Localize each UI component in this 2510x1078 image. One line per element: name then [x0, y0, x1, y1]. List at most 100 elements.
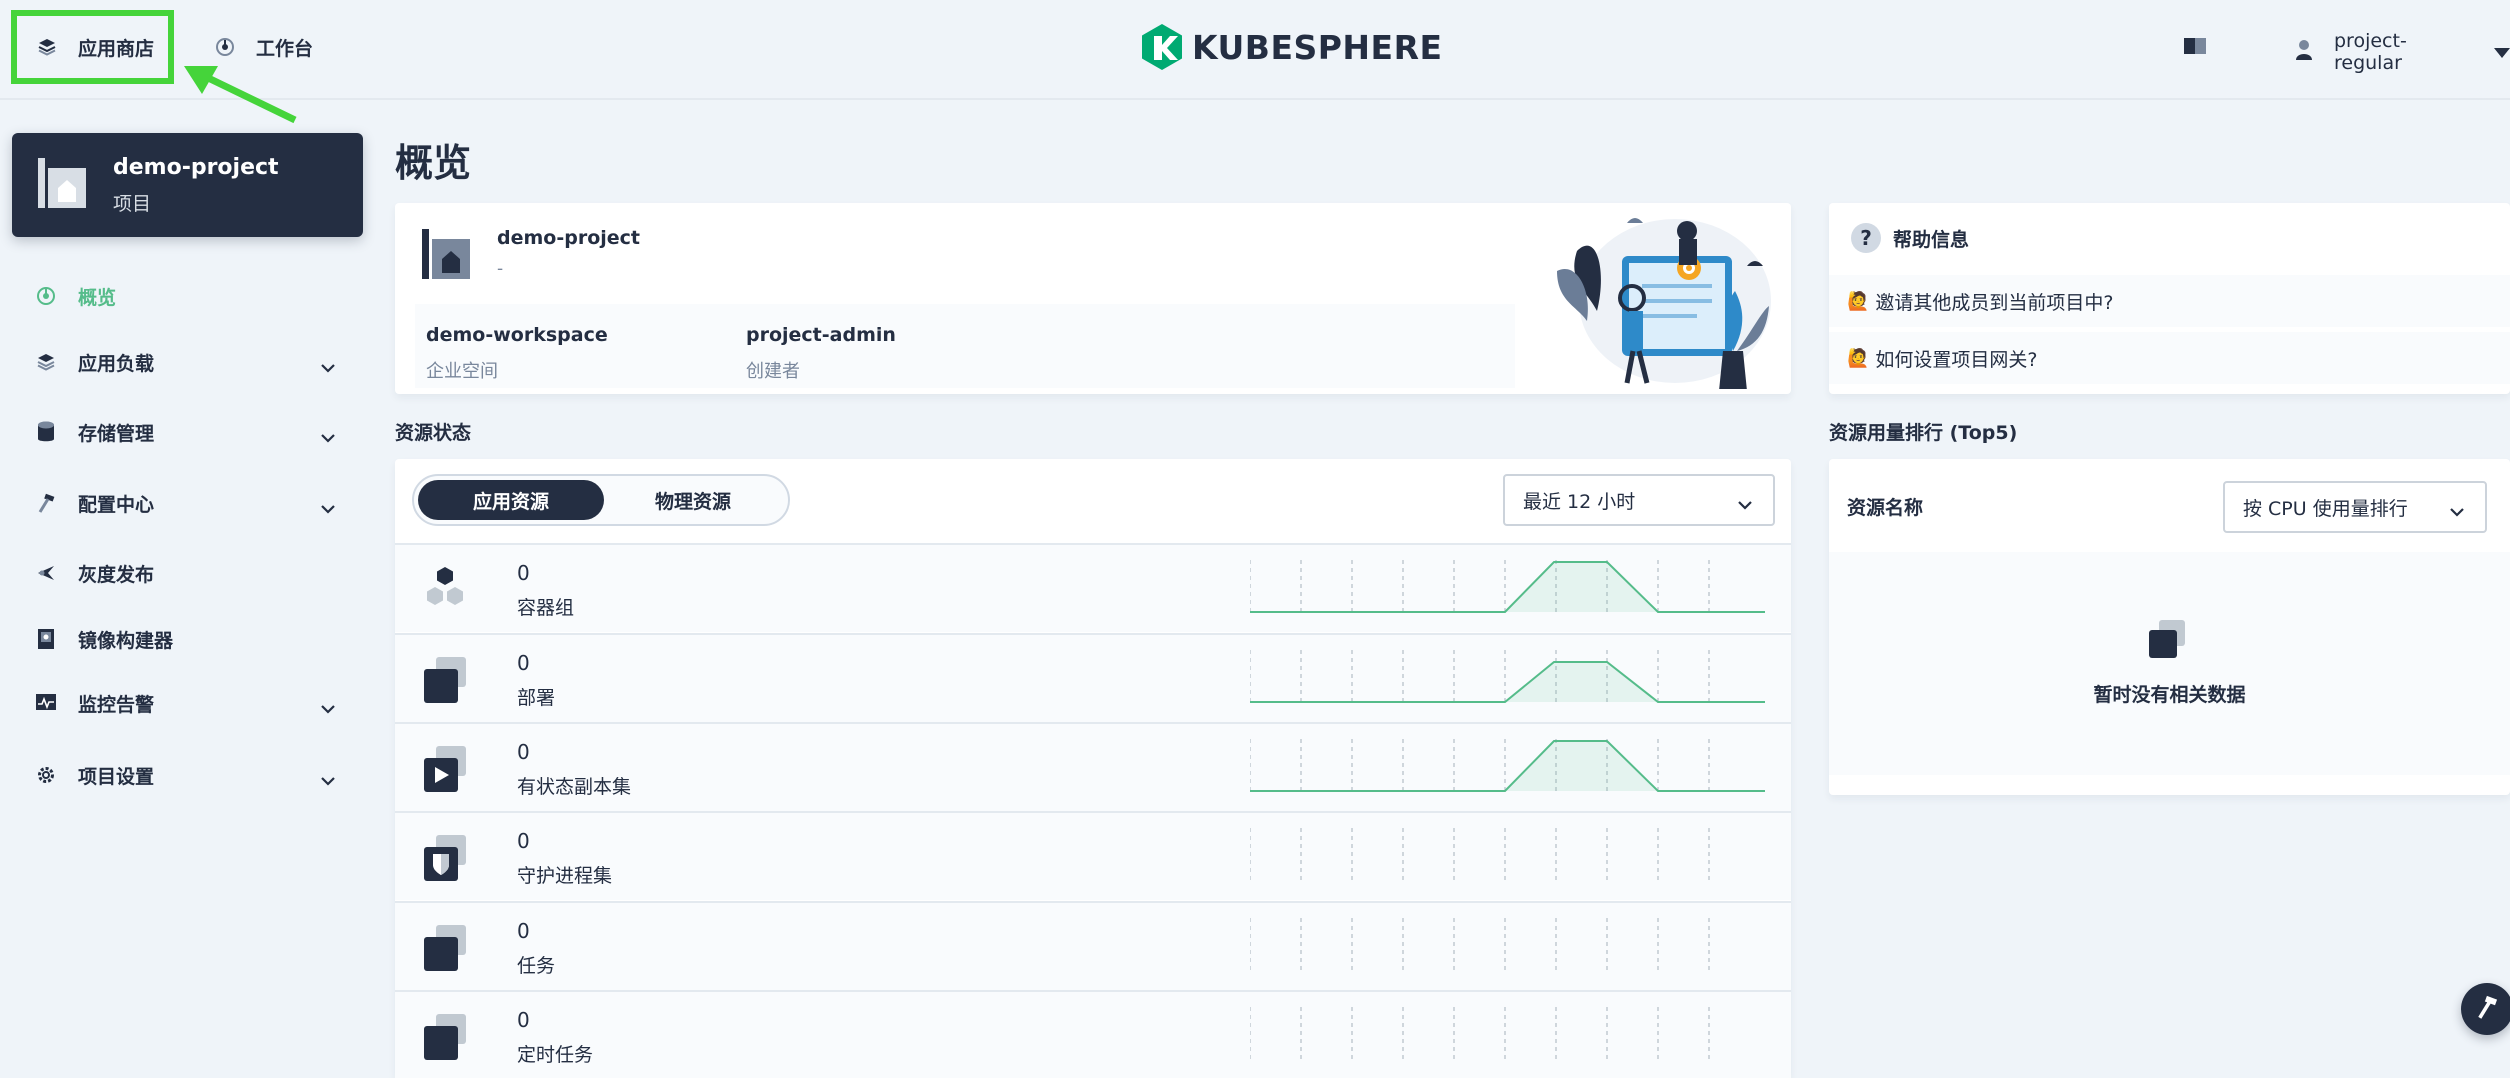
toolbox-button[interactable]: [2461, 983, 2510, 1035]
empty-text: 暂时没有相关数据: [2093, 684, 2246, 706]
project-meta: demo-workspace 企业空间 project-admin 创建者: [415, 304, 1515, 388]
usage-ranking-card: 资源名称 按 CPU 使用量排行 暂时没有相关数据: [1829, 459, 2510, 795]
sort-select[interactable]: 按 CPU 使用量排行: [2223, 481, 2487, 533]
tab-app-resources[interactable]: 应用资源: [418, 480, 604, 520]
sort-select-value: 按 CPU 使用量排行: [2243, 497, 2408, 520]
cronjobs-sparkline: [1250, 1007, 1710, 1059]
sidebar-item-image-builder[interactable]: 镜像构建器: [0, 617, 360, 661]
logo-text: KUBESPHERE: [1192, 27, 1443, 67]
help-title-text: 帮助信息: [1893, 228, 1970, 251]
pods-icon: [422, 565, 468, 615]
resource-name: 任务: [517, 955, 556, 977]
highlight-box: [11, 10, 174, 84]
resource-status-title: 资源状态: [395, 422, 472, 444]
resource-type-tabs: 应用资源 物理资源: [412, 474, 790, 526]
resource-count: 0: [517, 561, 530, 585]
resource-row-pods[interactable]: 0 容器组: [395, 543, 1791, 632]
sidebar-item-label: 存储管理: [78, 422, 155, 445]
help-link-gateway[interactable]: 🙋 如何设置项目网关?: [1829, 332, 2510, 384]
resource-row-daemonsets[interactable]: 0 守护进程集: [395, 811, 1791, 900]
user-menu[interactable]: project-regular: [2296, 30, 2510, 74]
sidebar-item-storage[interactable]: 存储管理: [0, 410, 360, 454]
chevron-down-icon: [320, 697, 336, 719]
sidebar-item-label: 项目设置: [78, 765, 155, 788]
resource-count: 0: [517, 829, 530, 853]
gear-icon: [34, 763, 58, 787]
hammer-icon: [34, 491, 58, 515]
resource-count: 0: [517, 740, 530, 764]
usage-ranking-title: 资源用量排行 (Top5): [1829, 422, 2018, 444]
resource-row-cronjobs[interactable]: 0 定时任务: [395, 990, 1791, 1078]
project-selector[interactable]: demo-project 项目: [12, 133, 363, 237]
sidebar-item-config[interactable]: 配置中心: [0, 481, 360, 525]
sidebar-item-label: 灰度发布: [78, 563, 155, 586]
project-icon: [422, 229, 472, 283]
sidebar-item-grayscale[interactable]: 灰度发布: [0, 551, 360, 595]
project-illustration: [1557, 218, 1771, 389]
docs-icon[interactable]: [2184, 38, 2206, 58]
grayscale-icon: [34, 561, 58, 585]
resource-count: 0: [517, 919, 530, 943]
project-name: demo-project: [113, 155, 279, 180]
statefulset-icon: [422, 744, 468, 798]
kubesphere-logo-icon: [1142, 24, 1182, 70]
project-info-card: demo-project - demo-workspace 企业空间 proje…: [395, 203, 1791, 394]
dashboard-icon: [214, 36, 236, 58]
resource-row-deployments[interactable]: 0 部署: [395, 633, 1791, 722]
help-link-text: 邀请其他成员到当前项目中?: [1875, 291, 2114, 314]
chevron-down-icon: [320, 426, 336, 448]
project-icon: [38, 158, 88, 212]
daemonset-icon: [422, 833, 468, 887]
username: project-regular: [2334, 30, 2407, 74]
person-icon: 🙋: [1847, 290, 1870, 312]
sidebar-item-overview[interactable]: 概览: [0, 274, 360, 318]
user-icon: [2296, 39, 2312, 65]
person-icon: 🙋: [1847, 347, 1870, 369]
chevron-down-icon: [320, 769, 336, 791]
sidebar-item-label: 概览: [78, 286, 117, 309]
jobs-sparkline: [1250, 918, 1710, 970]
help-link-text: 如何设置项目网关?: [1875, 348, 2038, 371]
resource-row-jobs[interactable]: 0 任务: [395, 901, 1791, 990]
daemonsets-sparkline: [1250, 828, 1710, 880]
resource-name: 守护进程集: [517, 865, 613, 887]
resource-name: 有状态副本集: [517, 776, 632, 798]
project-name: demo-project: [497, 227, 640, 249]
image-builder-icon: [34, 627, 58, 651]
time-range-select[interactable]: 最近 12 小时: [1503, 474, 1775, 526]
resource-name-column: 资源名称: [1847, 497, 1924, 519]
sidebar-item-label: 镜像构建器: [78, 629, 174, 652]
top-header: 应用商店 工作台 KUBESPHERE project-regular: [0, 0, 2510, 124]
empty-box-icon: [2147, 620, 2187, 664]
workspace-name: demo-workspace: [426, 324, 608, 346]
kubesphere-logo[interactable]: KUBESPHERE: [1142, 24, 1443, 70]
sidebar-item-workloads[interactable]: 应用负载: [0, 340, 360, 384]
workspace-label: 企业空间: [426, 361, 498, 382]
workbench-button[interactable]: 工作台: [192, 12, 313, 82]
help-link-invite[interactable]: 🙋 邀请其他成员到当前项目中?: [1829, 275, 2510, 327]
tab-physical-resources[interactable]: 物理资源: [600, 480, 786, 520]
chevron-down-icon: [320, 356, 336, 378]
empty-state: 暂时没有相关数据: [1829, 552, 2510, 775]
chevron-down-icon: [1737, 493, 1753, 515]
sidebar-item-label: 配置中心: [78, 493, 155, 516]
sidebar-item-monitoring[interactable]: 监控告警: [0, 681, 360, 725]
creator-name: project-admin: [746, 324, 896, 346]
creator-label: 创建者: [746, 361, 800, 382]
sidebar-item-label: 应用负载: [78, 352, 155, 375]
cronjob-icon: [422, 1012, 468, 1066]
workbench-label: 工作台: [256, 37, 314, 60]
page-title: 概览: [395, 141, 472, 185]
help-card: ? 帮助信息 🙋 邀请其他成员到当前项目中? 🙋 如何设置项目网关?: [1829, 203, 2510, 394]
resource-count: 0: [517, 1008, 530, 1032]
deployments-sparkline: [1250, 650, 1765, 703]
chevron-down-icon: [2449, 500, 2465, 522]
resource-name: 定时任务: [517, 1044, 594, 1066]
database-icon: [34, 420, 58, 444]
deployment-icon: [422, 655, 468, 709]
statefulsets-sparkline: [1250, 739, 1765, 792]
sidebar-item-project-settings[interactable]: 项目设置: [0, 753, 360, 797]
project-type: 项目: [113, 193, 152, 215]
resource-row-statefulsets[interactable]: 0 有状态副本集: [395, 722, 1791, 811]
resource-status-card: 应用资源 物理资源 最近 12 小时 0 容器组 0 部署 0 有状态副本集 0…: [395, 459, 1791, 1078]
